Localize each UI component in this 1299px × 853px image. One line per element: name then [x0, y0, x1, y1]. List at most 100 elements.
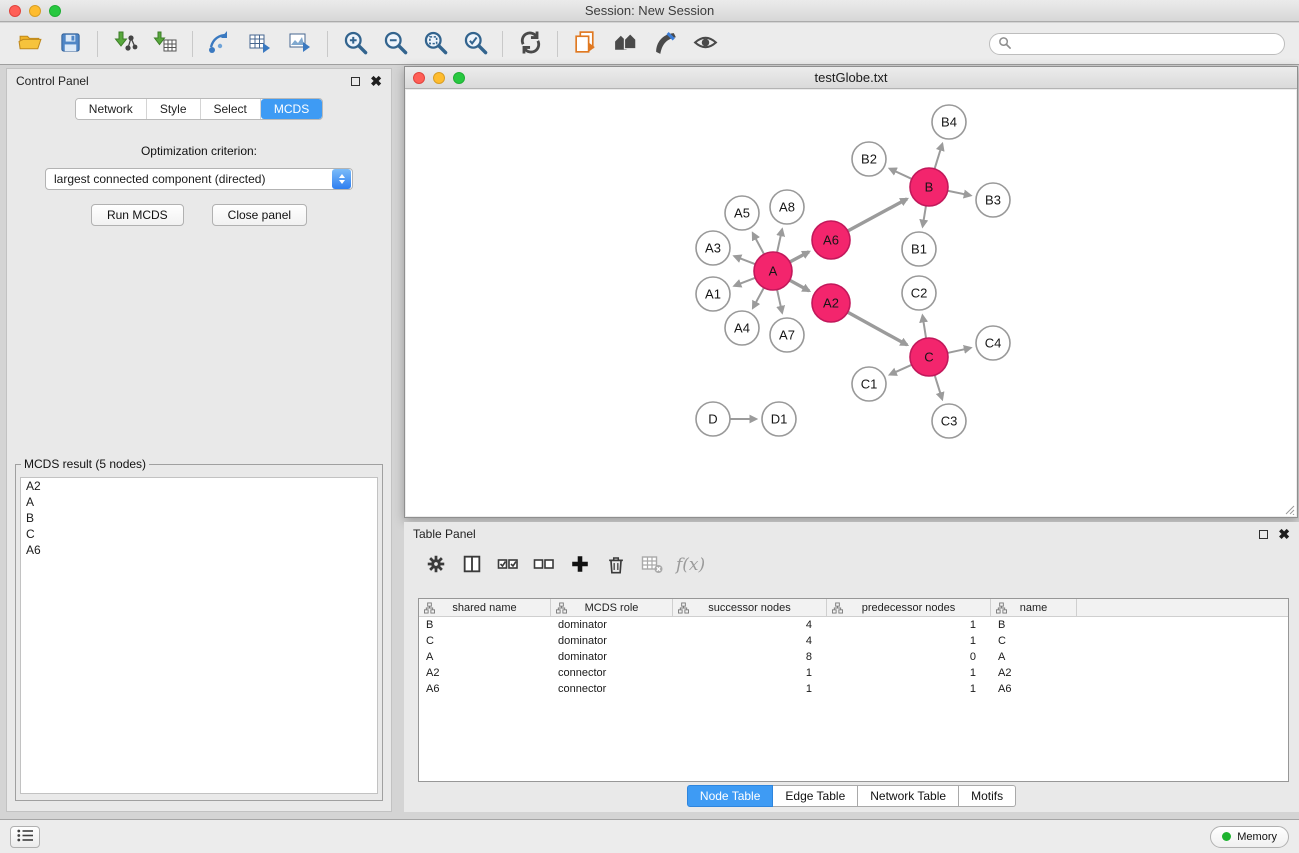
tab-motifs[interactable]: Motifs — [959, 785, 1016, 807]
network-edge-A-A4[interactable] — [753, 288, 764, 308]
tab-style[interactable]: Style — [147, 99, 201, 119]
tab-network[interactable]: Network — [76, 99, 147, 119]
function-builder-button[interactable]: f(x) — [676, 555, 705, 575]
mcds-result-item[interactable]: A2 — [21, 478, 377, 494]
network-edge-A2-C[interactable] — [848, 312, 907, 345]
tab-network-table[interactable]: Network Table — [858, 785, 959, 807]
import-network-file-button[interactable] — [105, 26, 145, 62]
close-window-icon[interactable] — [9, 5, 21, 17]
table-row[interactable]: Adominator80A — [419, 649, 1288, 665]
network-node-A8[interactable]: A8 — [770, 190, 804, 224]
network-edge-C-C3[interactable] — [935, 375, 942, 399]
resize-grip-icon[interactable] — [1282, 502, 1295, 515]
network-node-A1[interactable]: A1 — [696, 277, 730, 311]
network-edge-A-A7[interactable] — [777, 290, 782, 313]
show-column-button[interactable] — [456, 550, 488, 580]
network-node-A4[interactable]: A4 — [725, 311, 759, 345]
close-panel-button[interactable]: Close panel — [212, 204, 307, 226]
open-documents-button[interactable] — [565, 26, 605, 62]
zoom-fit-button[interactable] — [415, 26, 455, 62]
network-edge-A6-B[interactable] — [848, 199, 907, 231]
save-session-button[interactable] — [50, 26, 90, 62]
optimization-criterion-select[interactable]: largest connected component (directed) — [45, 168, 353, 190]
network-edge-A-A3[interactable] — [734, 256, 755, 264]
network-node-C3[interactable]: C3 — [932, 404, 966, 438]
table-row[interactable]: A6connector11A6 — [419, 681, 1288, 697]
network-edge-A-A6[interactable] — [790, 252, 809, 262]
network-node-A2[interactable]: A2 — [812, 284, 850, 322]
float-table-panel-icon[interactable] — [1259, 530, 1268, 539]
network-edge-A-A5[interactable] — [753, 233, 764, 254]
network-node-C2[interactable]: C2 — [902, 276, 936, 310]
network-edge-A-A8[interactable] — [777, 229, 782, 252]
task-history-button[interactable] — [10, 826, 40, 848]
minimize-window-icon[interactable] — [29, 5, 41, 17]
welcome-screen-button[interactable] — [605, 26, 645, 62]
zoom-selected-button[interactable] — [455, 26, 495, 62]
paint-style-button[interactable] — [645, 26, 685, 62]
import-table-file-button[interactable] — [145, 26, 185, 62]
tab-select[interactable]: Select — [201, 99, 261, 119]
column-header-shared-name[interactable]: shared name — [419, 599, 551, 616]
tab-mcds[interactable]: MCDS — [261, 99, 322, 119]
network-node-A7[interactable]: A7 — [770, 318, 804, 352]
tab-edge-table[interactable]: Edge Table — [773, 785, 858, 807]
network-window-titlebar[interactable]: testGlobe.txt — [405, 67, 1297, 89]
refresh-layout-button[interactable] — [510, 26, 550, 62]
export-image-button[interactable] — [280, 26, 320, 62]
network-edge-A-A1[interactable] — [734, 278, 755, 286]
network-node-A6[interactable]: A6 — [812, 221, 850, 259]
network-edge-B-B2[interactable] — [890, 169, 912, 179]
search-input[interactable] — [1016, 37, 1276, 51]
open-session-button[interactable] — [10, 26, 50, 62]
network-edge-B-B1[interactable] — [923, 206, 926, 227]
show-graphics-details-button[interactable] — [685, 26, 725, 62]
network-node-C4[interactable]: C4 — [976, 326, 1010, 360]
column-header-MCDS-role[interactable]: MCDS role — [551, 599, 673, 616]
memory-button[interactable]: Memory — [1210, 826, 1289, 848]
zoom-window-icon[interactable] — [49, 5, 61, 17]
mcds-result-item[interactable]: A — [21, 494, 377, 510]
network-node-B1[interactable]: B1 — [902, 232, 936, 266]
network-node-A3[interactable]: A3 — [696, 231, 730, 265]
network-canvas[interactable]: B4B2BB3A5A8A6B1A3AA1C2A2A4A7C4CC1C3DD1 — [406, 90, 1296, 516]
mcds-result-item[interactable]: A6 — [21, 542, 377, 558]
mcds-result-item[interactable]: C — [21, 526, 377, 542]
delete-table-button[interactable] — [636, 550, 668, 580]
network-edge-C-C1[interactable] — [890, 365, 912, 375]
network-node-B[interactable]: B — [910, 168, 948, 206]
close-panel-icon[interactable]: ✖ — [370, 74, 382, 88]
column-header-predecessor-nodes[interactable]: predecessor nodes — [827, 599, 991, 616]
network-edge-C-C4[interactable] — [948, 348, 971, 353]
network-node-A[interactable]: A — [754, 252, 792, 290]
network-node-B3[interactable]: B3 — [976, 183, 1010, 217]
delete-column-button[interactable] — [600, 550, 632, 580]
new-network-button[interactable] — [200, 26, 240, 62]
run-mcds-button[interactable]: Run MCDS — [91, 204, 184, 226]
zoom-network-window-icon[interactable] — [453, 72, 465, 84]
network-edge-C-C2[interactable] — [923, 316, 927, 339]
select-all-rows-button[interactable] — [492, 550, 524, 580]
network-node-C1[interactable]: C1 — [852, 367, 886, 401]
mcds-result-item[interactable]: B — [21, 510, 377, 526]
table-row[interactable]: Cdominator41C — [419, 633, 1288, 649]
network-node-B4[interactable]: B4 — [932, 105, 966, 139]
network-edge-B-B4[interactable] — [935, 144, 943, 169]
network-node-D[interactable]: D — [696, 402, 730, 436]
network-edge-A-A2[interactable] — [790, 280, 809, 291]
column-header-name[interactable]: name — [991, 599, 1077, 616]
zoom-out-button[interactable] — [375, 26, 415, 62]
network-node-B2[interactable]: B2 — [852, 142, 886, 176]
float-panel-icon[interactable] — [351, 77, 360, 86]
table-row[interactable]: A2connector11A2 — [419, 665, 1288, 681]
close-network-window-icon[interactable] — [413, 72, 425, 84]
network-node-D1[interactable]: D1 — [762, 402, 796, 436]
network-node-A5[interactable]: A5 — [725, 196, 759, 230]
minimize-network-window-icon[interactable] — [433, 72, 445, 84]
tab-node-table[interactable]: Node Table — [687, 785, 774, 807]
network-edge-B-B3[interactable] — [948, 191, 971, 196]
close-table-panel-icon[interactable]: ✖ — [1278, 527, 1290, 541]
create-column-button[interactable] — [564, 550, 596, 580]
table-settings-button[interactable] — [420, 550, 452, 580]
column-header-successor-nodes[interactable]: successor nodes — [673, 599, 827, 616]
